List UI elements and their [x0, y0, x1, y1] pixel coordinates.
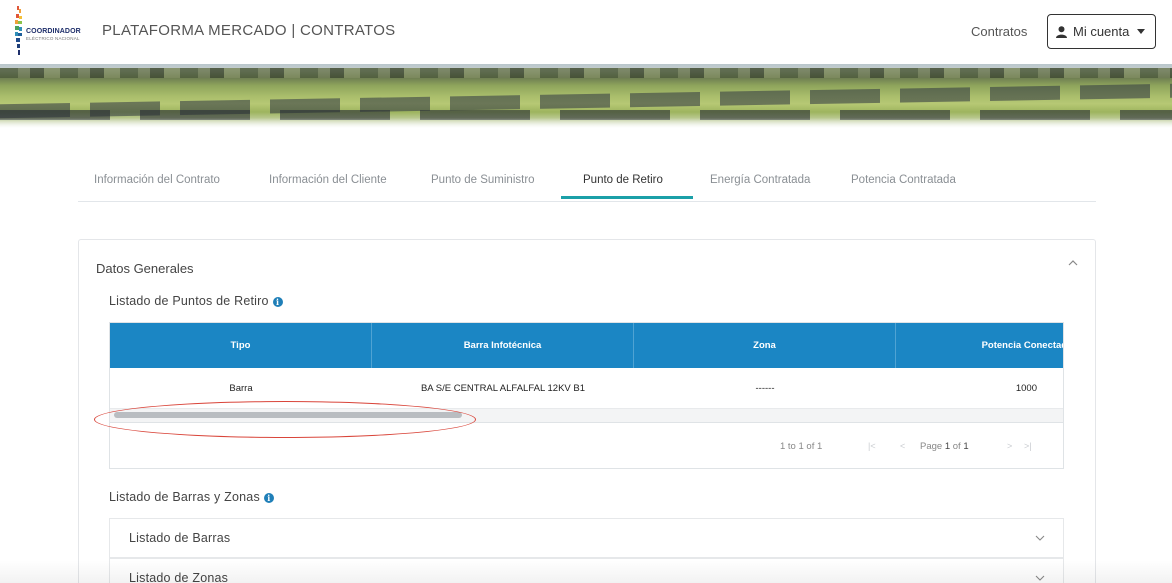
grid-pagination: 1 to 1 of 1 |< < Page 1 of 1 > >|: [110, 422, 1063, 468]
cell-tipo: Barra: [229, 382, 253, 394]
cell-potencia: 1000: [1015, 382, 1037, 394]
logo-text: COORDINADOR: [26, 28, 81, 35]
account-label: Mi cuenta: [1073, 24, 1130, 39]
tab-punto-retiro[interactable]: Punto de Retiro: [583, 174, 663, 186]
tab-punto-suministro[interactable]: Punto de Suministro: [431, 174, 535, 186]
info-icon[interactable]: i: [263, 493, 274, 503]
column-header-zona[interactable]: Zona: [634, 323, 896, 368]
active-tab-indicator: [561, 196, 693, 199]
nav-contratos-link[interactable]: Contratos: [971, 24, 1027, 39]
table-row[interactable]: Barra BA S/E CENTRAL ALFALFAL 12KV B1 --…: [110, 368, 1063, 408]
chevron-down-icon: [1035, 575, 1045, 581]
caret-down-icon: [1137, 29, 1146, 34]
account-dropdown-button[interactable]: Mi cuenta: [1047, 14, 1156, 49]
cell-barra: BA S/E CENTRAL ALFALFAL 12KV B1: [420, 382, 586, 394]
page-indicator: Page 1 of 1: [920, 441, 969, 452]
user-icon: [1056, 25, 1067, 38]
puntos-retiro-grid: Tipo Barra Infotécnica Zona Potencia Con…: [109, 322, 1064, 469]
puntos-retiro-section-title: Listado de Puntos de Retiro i: [109, 294, 283, 308]
chevron-up-icon[interactable]: [1067, 257, 1079, 269]
tab-energia-contratada[interactable]: Energía Contratada: [710, 174, 810, 186]
last-page-icon[interactable]: >|: [1024, 441, 1032, 451]
page-word: Page: [920, 441, 943, 452]
hero-banner-image: [0, 64, 1172, 128]
chevron-down-icon: [1035, 535, 1045, 541]
of-word: of: [952, 441, 961, 452]
column-header-tipo[interactable]: Tipo: [110, 323, 372, 368]
barras-zonas-section-title: Listado de Barras y Zonas i: [109, 490, 274, 504]
card-title: Datos Generales: [96, 261, 194, 276]
tab-informacion-contrato[interactable]: Información del Contrato: [94, 174, 220, 186]
logo-mark-icon: [15, 6, 22, 55]
puntos-retiro-title-text: Listado de Puntos de Retiro: [109, 294, 269, 308]
grid-header: Tipo Barra Infotécnica Zona Potencia Con…: [110, 323, 1063, 368]
prev-page-icon[interactable]: <: [900, 441, 905, 451]
tab-informacion-cliente[interactable]: Información del Cliente: [269, 174, 387, 186]
horizontal-scrollbar-thumb[interactable]: [114, 412, 462, 418]
top-header: COORDINADOR ELÉCTRICO NACIONAL PLATAFORM…: [0, 0, 1172, 64]
current-page: 1: [944, 441, 951, 452]
cell-zona: ------: [755, 382, 775, 394]
app-title: PLATAFORMA MERCADO | CONTRATOS: [102, 22, 396, 39]
logo-subtext: ELÉCTRICO NACIONAL: [26, 36, 80, 41]
next-page-icon[interactable]: >: [1007, 441, 1012, 451]
accordion-label: Listado de Zonas: [129, 571, 229, 583]
column-header-barra[interactable]: Barra Infotécnica: [372, 323, 634, 368]
accordion-label: Listado de Barras: [129, 531, 231, 545]
accordion-listado-barras[interactable]: Listado de Barras: [109, 518, 1064, 558]
accordion-listado-zonas[interactable]: Listado de Zonas: [109, 558, 1064, 583]
coordinador-logo[interactable]: COORDINADOR ELÉCTRICO NACIONAL: [12, 6, 102, 56]
tab-potencia-contratada[interactable]: Potencia Contratada: [851, 174, 956, 186]
pagination-summary: 1 to 1 of 1: [780, 441, 823, 452]
first-page-icon[interactable]: |<: [868, 441, 876, 451]
barras-zonas-title-text: Listado de Barras y Zonas: [109, 490, 260, 504]
total-pages: 1: [963, 441, 969, 452]
column-header-potencia[interactable]: Potencia Conectada: [896, 323, 1063, 368]
info-icon[interactable]: i: [272, 297, 283, 307]
